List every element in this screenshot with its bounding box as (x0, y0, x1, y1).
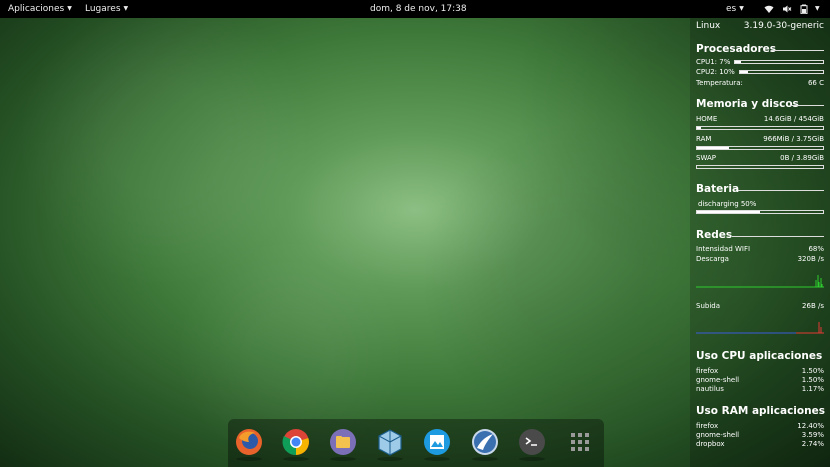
ram-bar-fill (697, 147, 729, 149)
ram-label: RAM (696, 135, 712, 143)
download-label: Descarga (696, 255, 729, 263)
home-label: HOME (696, 115, 718, 123)
battery-bar (696, 210, 824, 214)
keyboard-layout-label: es (726, 4, 737, 14)
battery-title: Bateria (696, 183, 740, 195)
cpu1-bar (734, 60, 824, 64)
keyboard-layout-indicator[interactable]: es ▼ (726, 0, 744, 18)
ram-app-name: firefox (696, 422, 719, 430)
chrome-icon[interactable] (282, 428, 310, 456)
swap-label: SWAP (696, 154, 716, 162)
places-menu[interactable]: Lugares ▼ (85, 0, 128, 18)
conky-system-monitor: Linux 3.19.0-30-generic Procesadores CPU… (690, 18, 830, 467)
icon-reflection (377, 457, 403, 461)
section-divider (732, 236, 824, 237)
cpu2-label: CPU2: 10% (696, 68, 735, 76)
wifi-strength-value: 68% (808, 245, 824, 253)
battery-icon[interactable] (799, 4, 809, 14)
icon-reflection (330, 457, 356, 461)
home-value: 14.6GiB / 454GiB (763, 115, 824, 123)
section-divider (790, 105, 824, 106)
cpu-apps-title: Uso CPU aplicaciones (696, 350, 823, 362)
browser-icon[interactable] (471, 428, 499, 456)
upload-graph (696, 322, 824, 334)
files-icon[interactable] (329, 428, 357, 456)
download-graph-spikes (815, 275, 823, 287)
temperature-label: Temperatura: (696, 79, 743, 87)
firefox-icon[interactable] (235, 428, 263, 456)
caret-down-icon: ▼ (67, 5, 72, 12)
icon-reflection (519, 457, 545, 461)
places-menu-label: Lugares (85, 4, 121, 14)
wifi-icon[interactable] (764, 4, 774, 14)
ram-apps-title: Uso RAM aplicaciones (696, 405, 825, 417)
dock (228, 419, 604, 467)
ram-app-value: 3.59% (801, 431, 824, 439)
processors-title: Procesadores (696, 43, 777, 55)
icon-reflection (424, 457, 450, 461)
cpu-app-value: 1.50% (801, 376, 824, 384)
cpu-app-value: 1.17% (801, 385, 824, 393)
download-value: 320B /s (797, 255, 824, 263)
speaker-muted-icon[interactable] (782, 4, 792, 14)
virtualbox-icon[interactable] (376, 428, 404, 456)
ram-bar (696, 146, 824, 150)
clock[interactable]: dom, 8 de nov, 17:38 (370, 0, 467, 18)
memory-title: Memoria y discos (696, 98, 799, 110)
battery-bar-fill (697, 211, 760, 213)
battery-status: discharging 50% (698, 200, 757, 208)
ram-app-value: 12.40% (797, 422, 824, 430)
icon-reflection (236, 457, 262, 461)
section-divider (771, 50, 824, 51)
chevron-down-icon[interactable]: ▼ (815, 0, 820, 18)
top-bar: Aplicaciones ▼ Lugares ▼ dom, 8 de nov, 17… (0, 0, 830, 18)
cpu1-bar-fill (735, 61, 742, 63)
swap-value: 0B / 3.89GiB (780, 154, 824, 162)
app-grid-icon[interactable] (566, 428, 594, 456)
temperature-value: 66 C (807, 79, 824, 87)
cpu2-bar-fill (740, 71, 749, 73)
cpu2-bar (739, 70, 824, 74)
upload-label: Subida (696, 302, 721, 310)
caret-down-icon: ▼ (739, 5, 744, 12)
icon-reflection (472, 457, 498, 461)
caret-down-icon: ▼ (123, 5, 129, 12)
icon-reflection (283, 457, 309, 461)
terminal-icon[interactable] (518, 428, 546, 456)
home-bar-fill (697, 127, 701, 129)
section-divider (738, 190, 824, 191)
os-label: Linux (696, 21, 721, 31)
ram-app-value: 2.74% (801, 440, 824, 448)
cpu-app-value: 1.50% (801, 367, 824, 375)
cpu-app-name: nautilus (696, 385, 724, 393)
upload-value: 26B /s (802, 302, 824, 310)
download-graph (696, 275, 824, 288)
ram-app-name: gnome-shell (696, 431, 740, 439)
applications-menu-label: Aplicaciones (8, 4, 65, 14)
wifi-strength-label: Intensidad WIFI (696, 245, 751, 253)
kernel-version: 3.19.0-30-generic (743, 21, 824, 31)
network-title: Redes (696, 229, 733, 241)
image-viewer-icon[interactable] (423, 428, 451, 456)
ram-app-name: dropbox (696, 440, 725, 448)
home-bar (696, 126, 824, 130)
applications-menu[interactable]: Aplicaciones ▼ (8, 0, 72, 18)
cpu1-label: CPU1: 7% (696, 58, 731, 66)
ram-value: 966MiB / 3.75GiB (763, 135, 824, 143)
swap-bar (696, 165, 824, 169)
cpu-app-name: firefox (696, 367, 719, 375)
cpu-app-name: gnome-shell (696, 376, 740, 384)
upload-graph-spikes (818, 322, 822, 333)
